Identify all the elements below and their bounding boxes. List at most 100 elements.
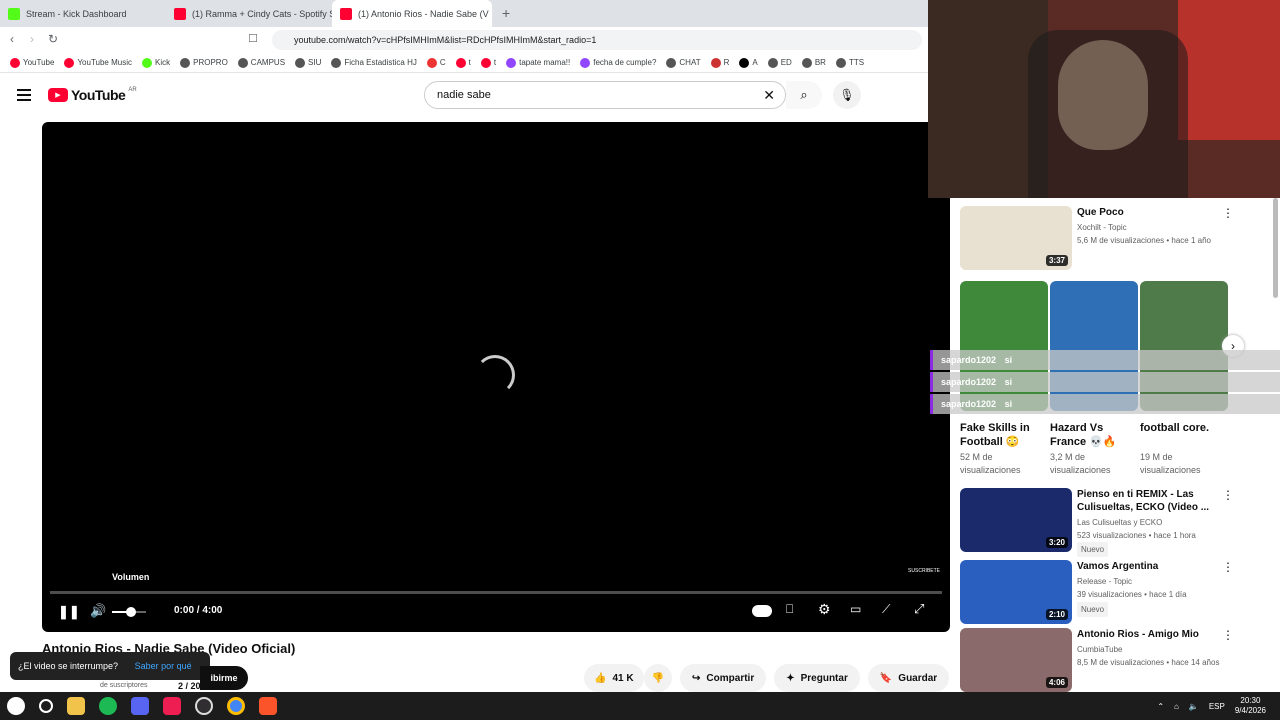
bookmark-item[interactable]: ED bbox=[764, 57, 796, 68]
youtube-logo[interactable]: ▶ YouTube AR bbox=[48, 87, 137, 103]
more-vert-icon[interactable]: ⋮ bbox=[1222, 207, 1234, 219]
bookmark-favicon-icon bbox=[331, 57, 342, 68]
clock-date: 9/4/2026 bbox=[1234, 706, 1266, 715]
clear-search-icon[interactable]: ✕ bbox=[763, 82, 775, 108]
video-title[interactable]: Antonio Rios - Amigo Mio bbox=[1077, 628, 1227, 641]
tab-youtube-active[interactable]: (1) Antonio Rios - Nadie Sabe (V ✕ bbox=[332, 0, 492, 27]
video-thumbnail[interactable]: 3:37 bbox=[960, 206, 1072, 270]
tiktok-icon[interactable] bbox=[163, 697, 181, 715]
chrome-icon[interactable] bbox=[227, 697, 245, 715]
spotify-icon[interactable] bbox=[99, 697, 117, 715]
list-item[interactable]: 2:10 Vamos Argentina Release - Topic 39 … bbox=[960, 560, 1280, 624]
bookmark-favicon-icon bbox=[580, 57, 591, 68]
bookmark-item[interactable]: fecha de cumple? bbox=[576, 57, 660, 68]
bookmark-item[interactable]: YouTube bbox=[6, 57, 58, 68]
language-indicator[interactable]: ESP bbox=[1209, 702, 1225, 711]
subtitles-icon[interactable]: ⎕ bbox=[786, 602, 793, 617]
sidebar-scrollbar[interactable] bbox=[1273, 198, 1278, 298]
save-button[interactable]: 🔖 Guardar bbox=[867, 664, 950, 692]
player-controls: ❚❚ 🔊 0:00 / 4:00 ⎕ ⚙ ▭ ⟋ ⤢ bbox=[42, 592, 950, 632]
bookmark-favicon-icon bbox=[180, 57, 191, 68]
fullscreen-icon[interactable]: ⤢ bbox=[914, 601, 924, 617]
autoplay-toggle[interactable] bbox=[752, 605, 772, 617]
video-title[interactable]: Vamos Argentina bbox=[1077, 560, 1227, 573]
more-vert-icon[interactable]: ⋮ bbox=[1222, 561, 1234, 573]
pause-icon[interactable]: ❚❚ bbox=[58, 604, 80, 620]
video-player[interactable]: SUSCRIBETE Volumen ❚❚ 🔊 0:00 / 4:00 ⎕ ⚙ … bbox=[42, 122, 950, 632]
volume-handle[interactable] bbox=[126, 607, 136, 617]
search-input[interactable]: nadie sabe ✕ bbox=[424, 81, 786, 109]
like-button[interactable]: 👍 41 K bbox=[584, 664, 644, 692]
bookmark-label: PROPRO bbox=[193, 58, 228, 67]
discord-icon[interactable] bbox=[131, 697, 149, 715]
cast-icon[interactable]: ⟋ bbox=[882, 602, 890, 617]
bookmark-item[interactable]: YouTube Music bbox=[60, 57, 136, 68]
obs-icon[interactable] bbox=[195, 697, 213, 715]
bookmark-item[interactable]: R bbox=[707, 57, 734, 68]
weather-icon[interactable] bbox=[7, 697, 25, 715]
bookmark-item[interactable]: Kick bbox=[138, 57, 174, 68]
volume-slider[interactable] bbox=[112, 607, 146, 617]
video-thumbnail[interactable]: 3:20 bbox=[960, 488, 1072, 552]
theater-mode-icon[interactable]: ▭ bbox=[850, 602, 861, 616]
video-thumbnail[interactable]: 4:06 bbox=[960, 628, 1072, 692]
bookmark-favicon-icon bbox=[142, 57, 152, 68]
file-explorer-icon[interactable] bbox=[67, 697, 85, 715]
chat-text: si bbox=[1004, 377, 1013, 387]
bookmark-item[interactable]: A bbox=[735, 57, 761, 68]
more-vert-icon[interactable]: ⋮ bbox=[1222, 489, 1234, 501]
channel-watermark[interactable]: SUSCRIBETE bbox=[908, 568, 940, 574]
channel-name[interactable]: Xochilt - Topic bbox=[1077, 221, 1127, 234]
bookmark-icon[interactable]: ☐ bbox=[248, 32, 258, 45]
back-icon[interactable]: ‹ bbox=[10, 32, 14, 46]
bookmark-item[interactable]: Ficha Estadistica HJ bbox=[327, 57, 420, 68]
ask-button[interactable]: ✦ Preguntar bbox=[774, 664, 860, 692]
bookmark-item[interactable]: TTS bbox=[832, 57, 868, 68]
settings-gear-icon[interactable]: ⚙ bbox=[818, 601, 831, 618]
video-thumbnail[interactable]: 2:10 bbox=[960, 560, 1072, 624]
dislike-button[interactable]: 👎 bbox=[643, 664, 673, 692]
video-title[interactable]: Pienso en ti REMIX - Las Culisueltas, EC… bbox=[1077, 488, 1227, 514]
reload-icon[interactable]: ↻ bbox=[48, 32, 58, 46]
list-item[interactable]: 3:20 Pienso en ti REMIX - Las Culisuelta… bbox=[960, 488, 1280, 557]
youtube-icon bbox=[340, 7, 352, 20]
volume-icon[interactable]: 🔊 bbox=[90, 603, 106, 619]
list-item[interactable]: 4:06 Antonio Rios - Amigo Mio CumbiaTube… bbox=[960, 628, 1280, 692]
bookmark-label: BR bbox=[814, 58, 826, 67]
list-item[interactable]: 3:37 Que Poco Xochilt - Topic 5,6 M de v… bbox=[960, 206, 1280, 270]
channel-name[interactable]: CumbiaTube bbox=[1077, 643, 1123, 656]
tray-chevron-icon[interactable]: ⌃ bbox=[1157, 702, 1164, 711]
speaker-icon[interactable]: 🔈 bbox=[1189, 702, 1199, 711]
bookmark-item[interactable]: t bbox=[477, 57, 500, 68]
more-vert-icon[interactable]: ⋮ bbox=[1222, 629, 1234, 641]
share-button[interactable]: ↪ Compartir bbox=[680, 664, 767, 692]
url-bar[interactable]: youtube.com/watch?v=cHPfsIMHImM&list=RDc… bbox=[272, 30, 922, 50]
bookmark-item[interactable]: BR bbox=[798, 57, 830, 68]
subscribe-button[interactable]: ibirme bbox=[200, 666, 248, 690]
brave-icon[interactable] bbox=[259, 697, 277, 715]
toast-link[interactable]: Saber por qué bbox=[135, 661, 192, 671]
bookmark-item[interactable]: C bbox=[423, 57, 450, 68]
clock[interactable]: 20:30 9/4/2026 bbox=[1235, 696, 1266, 716]
tab-kick-dashboard[interactable]: Stream - Kick Dashboard bbox=[0, 0, 166, 27]
bookmark-item[interactable]: PROPRO bbox=[176, 57, 232, 68]
network-icon[interactable]: ⌂ bbox=[1174, 702, 1179, 711]
short-title[interactable]: football core. bbox=[1140, 421, 1220, 435]
channel-name[interactable]: Las Culisueltas y ECKO bbox=[1077, 516, 1162, 529]
tab-spotify[interactable]: (1) Ramma + Cindy Cats - Spotify Se bbox=[166, 0, 332, 27]
search-button[interactable]: ⌕ bbox=[786, 81, 822, 109]
channel-name[interactable]: Release - Topic bbox=[1077, 575, 1132, 588]
bookmark-item[interactable]: t bbox=[452, 57, 475, 68]
bookmark-item[interactable]: SIU bbox=[291, 57, 325, 68]
short-title[interactable]: Hazard Vs France 💀🔥 bbox=[1050, 421, 1130, 449]
new-tab-button[interactable]: + bbox=[492, 0, 520, 27]
search-icon[interactable] bbox=[39, 699, 53, 713]
bookmark-item[interactable]: CAMPUS bbox=[234, 57, 289, 68]
forward-icon[interactable]: › bbox=[30, 32, 34, 46]
bookmark-item[interactable]: tapate mama!! bbox=[502, 57, 574, 68]
video-title[interactable]: Que Poco bbox=[1077, 206, 1227, 219]
bookmark-item[interactable]: CHAT bbox=[662, 57, 704, 68]
short-title[interactable]: Fake Skills in Football 😳 bbox=[960, 421, 1040, 449]
menu-icon[interactable] bbox=[17, 89, 31, 101]
voice-search-button[interactable]: 🎙 bbox=[833, 81, 861, 109]
